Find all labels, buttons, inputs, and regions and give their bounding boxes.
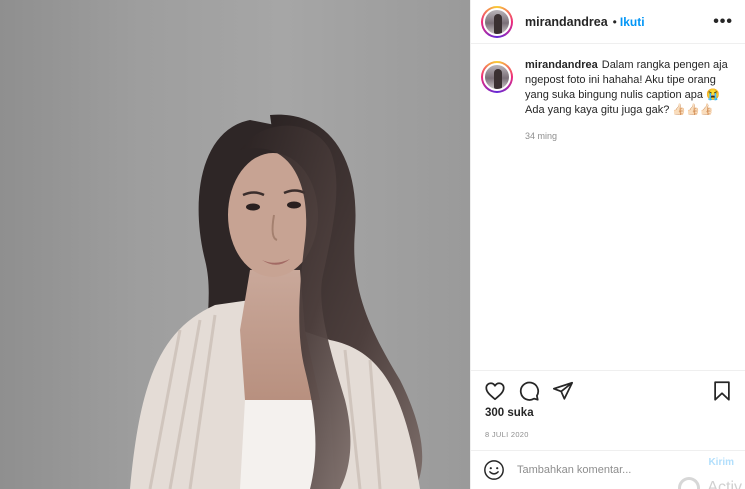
- comment-bar: Kirim Activ: [471, 450, 745, 489]
- post-photo[interactable]: [0, 0, 470, 489]
- post-details-panel: mirandandrea • Ikuti ••• mirandandrea Dal…: [470, 0, 745, 489]
- action-bar: [471, 370, 745, 410]
- watermark-shape: [678, 477, 700, 489]
- caption-username-link[interactable]: mirandandrea: [525, 59, 598, 71]
- separator-dot: •: [612, 14, 617, 29]
- caption-avatar[interactable]: [481, 61, 513, 93]
- heart-icon: [485, 381, 505, 400]
- caption-text-block: mirandandrea Dalam rangka pengen aja ngep…: [525, 58, 733, 118]
- like-count[interactable]: 300 suka: [485, 407, 534, 419]
- post-date[interactable]: 8 JULI 2020: [485, 430, 529, 439]
- caption-block: mirandandrea Dalam rangka pengen aja ngep…: [471, 44, 745, 141]
- comment-button[interactable]: [517, 379, 541, 403]
- post-header: mirandandrea • Ikuti •••: [471, 0, 745, 44]
- comment-input[interactable]: [517, 464, 667, 476]
- header-username-link[interactable]: mirandandrea: [525, 15, 608, 29]
- portrait-image: [130, 114, 423, 489]
- comment-icon: [519, 381, 540, 401]
- avatar[interactable]: [481, 5, 513, 38]
- bookmark-icon: [714, 380, 730, 401]
- send-button[interactable]: Kirim: [708, 457, 734, 468]
- watermark-text: Activ: [707, 479, 742, 489]
- paper-plane-icon: [552, 381, 574, 400]
- emoji-icon[interactable]: [483, 459, 505, 481]
- follow-button[interactable]: Ikuti: [620, 15, 645, 29]
- save-button[interactable]: [710, 379, 734, 403]
- share-button[interactable]: [551, 379, 575, 403]
- caption-timestamp[interactable]: 34 ming: [525, 131, 733, 141]
- more-options-icon[interactable]: •••: [713, 13, 733, 31]
- like-button[interactable]: [483, 379, 507, 403]
